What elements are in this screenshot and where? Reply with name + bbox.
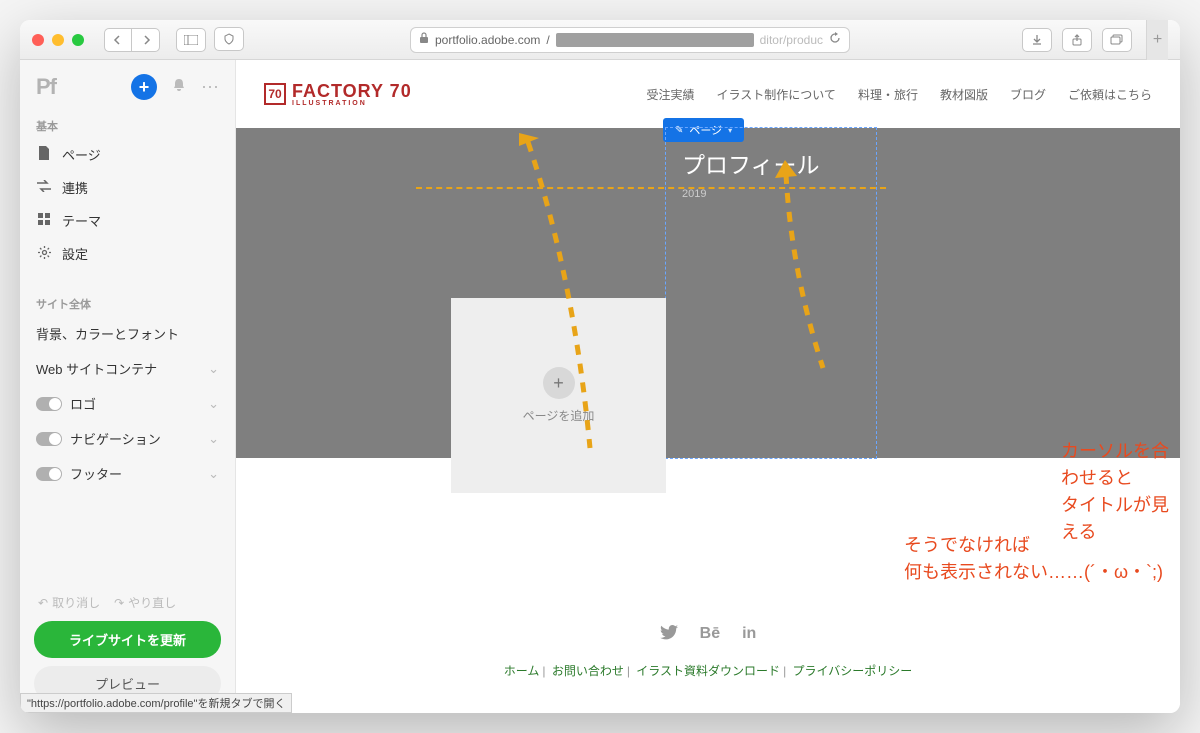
footer-link[interactable]: プライバシーポリシー xyxy=(793,664,913,678)
sidebar-item-colors[interactable]: 背景、カラーとフォント xyxy=(20,316,235,351)
browser-window: portfolio.adobe.com/ ditor/produc + xyxy=(20,20,1180,713)
footer-socials: Bē in xyxy=(236,625,1180,645)
sidebar-item-settings[interactable]: 設定 xyxy=(20,237,235,270)
editor-sidebar: Pf + ⋯ 基本 ページ 連携 xyxy=(20,60,236,713)
downloads-button[interactable] xyxy=(1022,28,1052,52)
footer-link[interactable]: お問い合わせ xyxy=(552,664,624,678)
nav-buttons xyxy=(104,28,160,52)
section-sitewide: サイト全体 xyxy=(20,288,235,316)
tile-title: プロフィール xyxy=(682,146,860,180)
tabs-button[interactable] xyxy=(1102,28,1132,52)
undo-button[interactable]: ↶ 取り消し xyxy=(38,594,100,611)
gear-icon xyxy=(36,246,52,262)
pf-logo: Pf xyxy=(36,74,56,100)
titlebar: portfolio.adobe.com/ ditor/produc + xyxy=(20,20,1180,60)
update-live-button[interactable]: ライブサイトを更新 xyxy=(34,621,221,658)
status-tooltip: "https://portfolio.adobe.com/profile"を新規… xyxy=(20,693,292,713)
toggle-nav[interactable] xyxy=(36,432,62,446)
sidebar-item-logo[interactable]: ロゴ ⌄ xyxy=(20,386,235,421)
sidebar-item-container[interactable]: Web サイトコンテナ ⌄ xyxy=(20,351,235,386)
nav-link[interactable]: 受注実績 xyxy=(647,86,695,103)
close-icon[interactable] xyxy=(32,34,44,46)
integration-icon xyxy=(36,180,52,195)
back-button[interactable] xyxy=(104,28,132,52)
nav-link[interactable]: ブログ xyxy=(1010,86,1046,103)
chevron-down-icon: ⌄ xyxy=(208,361,219,377)
toolbar-right xyxy=(1022,28,1132,52)
nav-link[interactable]: ご依頼はこちら xyxy=(1068,86,1152,103)
chevron-down-icon: ⌄ xyxy=(208,431,219,447)
nav-link[interactable]: イラスト制作について xyxy=(717,86,836,103)
url-bar[interactable]: portfolio.adobe.com/ ditor/produc xyxy=(410,27,850,53)
content: Pf + ⋯ 基本 ページ 連携 xyxy=(20,60,1180,713)
chevron-down-icon: ⌄ xyxy=(208,396,219,412)
nav-link[interactable]: 教材図版 xyxy=(940,86,988,103)
editor-canvas: 70 FACTORY 70 ILLUSTRATION 受注実績 イラスト制作につ… xyxy=(236,60,1180,713)
footer-links: ホーム| お問い合わせ| イラスト資料ダウンロード| プライバシーポリシー xyxy=(236,662,1180,679)
maximize-icon[interactable] xyxy=(72,34,84,46)
sidebar-item-integrations[interactable]: 連携 xyxy=(20,171,235,204)
minimize-icon[interactable] xyxy=(52,34,64,46)
url-selection xyxy=(556,33,754,47)
window-controls xyxy=(32,34,84,46)
plus-icon: + xyxy=(543,367,575,399)
site-nav: 受注実績 イラスト制作について 料理・旅行 教材図版 ブログ ご依頼はこちら xyxy=(647,86,1152,103)
sidebar-item-footer[interactable]: フッター ⌄ xyxy=(20,456,235,491)
sidebar-item-themes[interactable]: テーマ xyxy=(20,204,235,237)
page-icon xyxy=(36,146,52,163)
bell-icon[interactable] xyxy=(171,77,187,98)
url-suffix: ditor/produc xyxy=(760,33,823,47)
share-button[interactable] xyxy=(1062,28,1092,52)
theme-icon xyxy=(36,213,52,228)
sidebar-toggle-button[interactable] xyxy=(176,28,206,52)
sidebar-header: Pf + ⋯ xyxy=(20,60,235,110)
reload-icon[interactable] xyxy=(829,32,841,47)
privacy-button[interactable] xyxy=(214,27,244,51)
section-basic: 基本 xyxy=(20,110,235,138)
site-logo[interactable]: 70 FACTORY 70 ILLUSTRATION xyxy=(264,82,412,107)
tile-year: 2019 xyxy=(682,188,860,200)
footer-link[interactable]: ホーム xyxy=(504,664,540,678)
logo-mark-icon: 70 xyxy=(264,83,286,105)
more-icon[interactable]: ⋯ xyxy=(201,77,219,98)
hero-section: ✎ ページ ▾ プロフィール 2019 + ページを追加 xyxy=(236,128,1180,458)
twitter-icon[interactable] xyxy=(660,625,678,645)
toggle-logo[interactable] xyxy=(36,397,62,411)
page-tile[interactable]: プロフィール 2019 xyxy=(666,128,876,458)
lock-icon xyxy=(419,32,429,47)
linkedin-icon[interactable]: in xyxy=(742,625,756,645)
sidebar-item-pages[interactable]: ページ xyxy=(20,138,235,171)
behance-icon[interactable]: Bē xyxy=(700,625,720,645)
nav-link[interactable]: 料理・旅行 xyxy=(858,86,918,103)
toggle-footer[interactable] xyxy=(36,467,62,481)
redo-button[interactable]: ↷ やり直し xyxy=(114,594,176,611)
forward-button[interactable] xyxy=(132,28,160,52)
annotation-2: そうでなければ 何も表示されない……(´・ω・`;) xyxy=(904,532,1163,586)
footer-link[interactable]: イラスト資料ダウンロード xyxy=(636,664,780,678)
undo-redo: ↶ 取り消し ↷ やり直し xyxy=(34,594,221,621)
sidebar-item-nav[interactable]: ナビゲーション ⌄ xyxy=(20,421,235,456)
chevron-down-icon: ⌄ xyxy=(208,466,219,482)
add-button[interactable]: + xyxy=(131,74,157,100)
url-host: portfolio.adobe.com xyxy=(435,33,540,47)
add-page-tile[interactable]: + ページを追加 xyxy=(451,298,666,493)
